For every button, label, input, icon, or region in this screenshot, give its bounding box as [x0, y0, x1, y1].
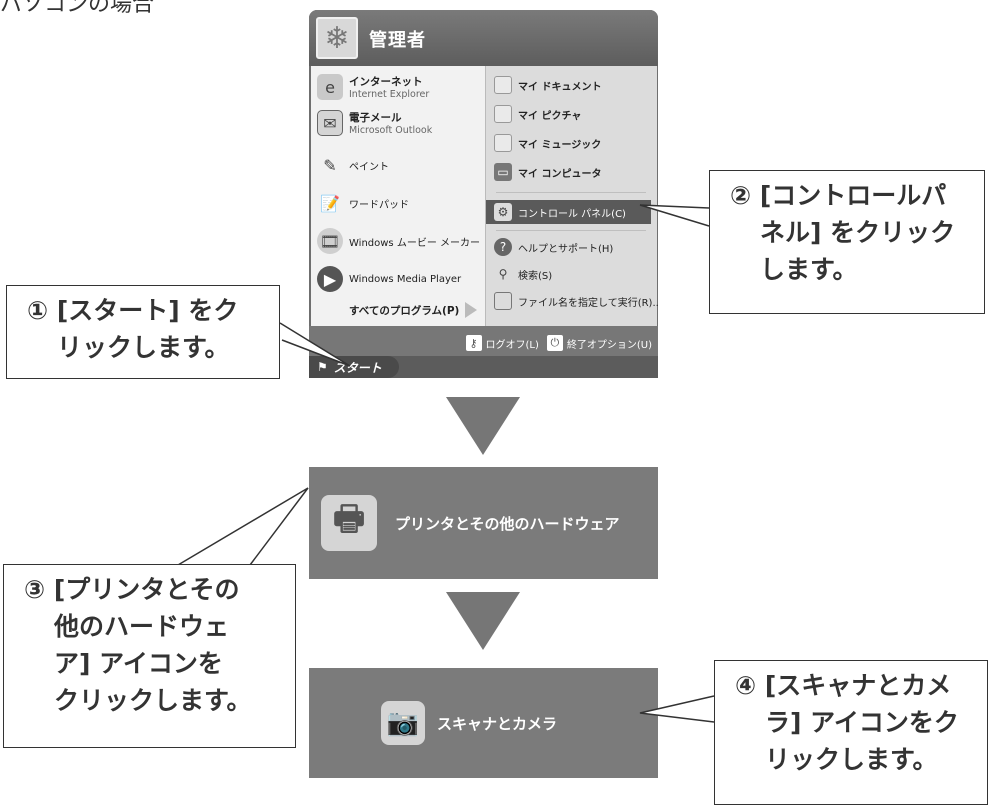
- callout-line: ア] アイコンを: [54, 649, 223, 678]
- callout-pointer: [177, 487, 309, 566]
- callout-pointer: [639, 695, 715, 723]
- callout-line: ② [コントロールパ: [730, 181, 947, 210]
- callout-line: します。: [760, 255, 858, 284]
- callout-step-3: ③ [プリンタとその 他のハードウェ ア] アイコンを クリックします。: [3, 564, 296, 748]
- callout-line: クリックします。: [54, 686, 252, 715]
- callout-line: リックします。: [765, 745, 938, 774]
- callout-line: ③ [プリンタとその: [24, 575, 240, 604]
- callout-step-1: ① [スタート] をク リックします。: [6, 285, 280, 379]
- callout-pointer: [279, 322, 351, 367]
- callout-step-4: ④ [スキャナとカメ ラ] アイコンをク リックします。: [714, 660, 988, 805]
- callout-line: ネル] をクリック: [760, 218, 956, 247]
- callout-pointer: [639, 204, 710, 227]
- callout-line: ラ] アイコンをク: [765, 708, 959, 737]
- callout-line: ④ [スキャナとカメ: [735, 671, 952, 700]
- callout-line: 他のハードウェ: [54, 612, 230, 641]
- callout-line: ① [スタート] をク: [27, 296, 239, 325]
- callout-line: リックします。: [57, 333, 230, 362]
- callout-step-2: ② [コントロールパ ネル] をクリック します。: [709, 170, 985, 314]
